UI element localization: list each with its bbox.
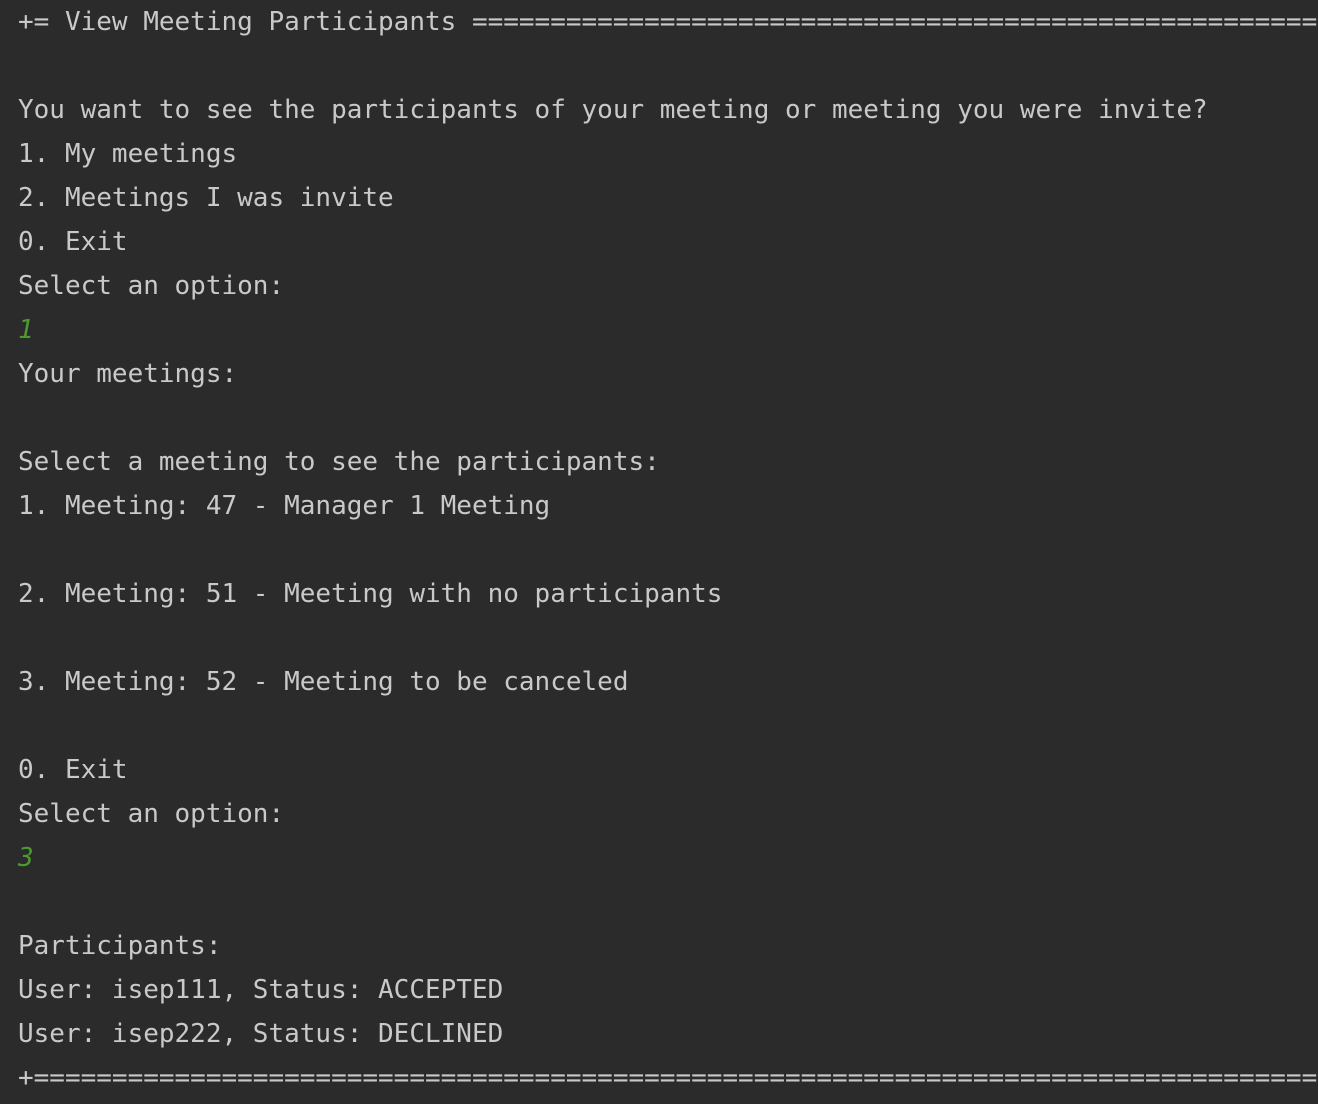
participants-label: Participants: [18, 931, 222, 961]
select-meeting-prompt: Select a meeting to see the participants… [18, 447, 660, 477]
your-meetings-label: Your meetings: [18, 359, 238, 389]
prompt-question: You want to see the participants of your… [18, 95, 1208, 125]
meeting-option: 1. Meeting: 47 - Manager 1 Meeting [18, 491, 551, 521]
select-option-prompt: Select an option: [18, 799, 285, 829]
meeting-option: 2. Meeting: 51 - Meeting with no partici… [18, 579, 723, 609]
header-rule: += View Meeting Participants ===========… [18, 7, 1318, 37]
meeting-option: 3. Meeting: 52 - Meeting to be canceled [18, 667, 629, 697]
console-output: += View Meeting Participants ===========… [0, 0, 1318, 1104]
menu-option-invited-meetings: 2. Meetings I was invite [18, 183, 394, 213]
user-input-line[interactable]: 3 [18, 836, 34, 880]
menu-option-my-meetings: 1. My meetings [18, 139, 238, 169]
footer-rule: +=======================================… [18, 1063, 1318, 1093]
participant-row: User: isep111, Status: ACCEPTED [18, 975, 504, 1005]
meeting-option-exit: 0. Exit [18, 755, 128, 785]
user-input-line[interactable]: 1 [18, 308, 34, 352]
participant-row: User: isep222, Status: DECLINED [18, 1019, 504, 1049]
select-option-prompt: Select an option: [18, 271, 285, 301]
menu-option-exit: 0. Exit [18, 227, 128, 257]
